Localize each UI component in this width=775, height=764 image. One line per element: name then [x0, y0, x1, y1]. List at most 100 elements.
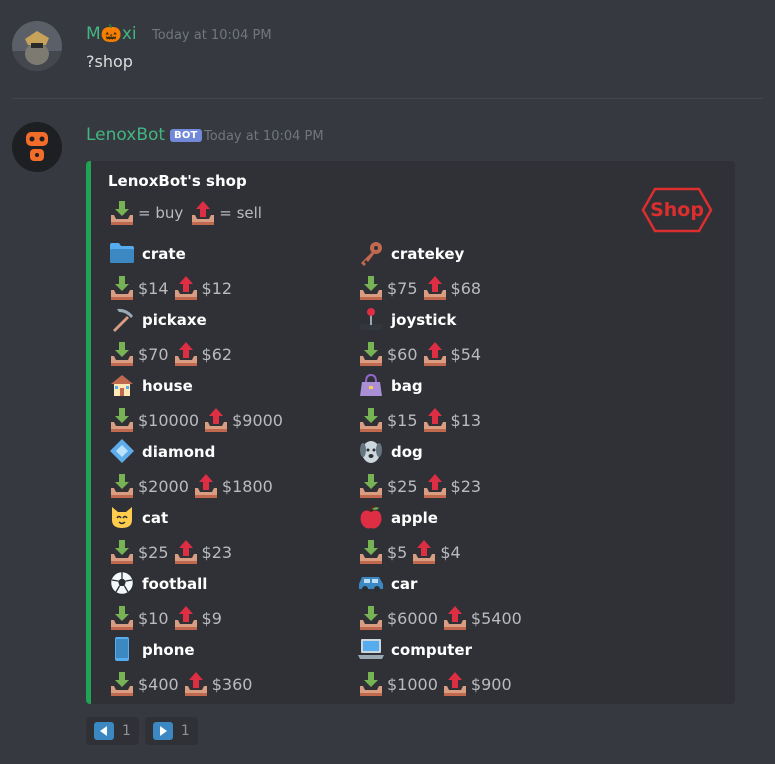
legend-sell-text: = sell: [219, 204, 262, 222]
reaction-left[interactable]: 1: [86, 717, 139, 745]
sell-price: $68: [450, 278, 482, 298]
reaction-count: 1: [180, 723, 190, 739]
sell-icon: [182, 670, 210, 698]
item-prices: $6000 $5400: [357, 603, 525, 633]
buy-icon: [357, 604, 385, 632]
shop-item-diamond: diamond $2000 $1800: [108, 437, 358, 503]
buy-icon: [108, 406, 136, 434]
sell-icon: [421, 406, 449, 434]
reaction-bar: 1 1: [86, 717, 198, 745]
item-prices: $2000 $1800: [108, 471, 276, 501]
bot-badge: BOT: [170, 129, 202, 142]
buy-price: $75: [387, 278, 418, 298]
bot-avatar[interactable]: [12, 122, 62, 172]
buy-price: $400: [138, 674, 179, 694]
sell-price: $9: [201, 608, 222, 628]
item-prices: $25 $23: [108, 537, 235, 567]
shop-item-pickaxe: pickaxe $70 $62: [108, 305, 358, 371]
buy-price: $14: [138, 278, 169, 298]
buy-icon: [108, 670, 136, 698]
item-name: apple: [391, 509, 438, 527]
buy-price: $1000: [387, 674, 438, 694]
user-avatar[interactable]: [12, 21, 62, 71]
laptop-icon: [357, 635, 385, 663]
item-name: house: [142, 377, 193, 395]
cat-icon: [108, 503, 136, 531]
shop-logo[interactable]: Shop: [641, 187, 713, 233]
buy-icon: [108, 604, 136, 632]
handbag-icon: [357, 371, 385, 399]
message-divider: [12, 98, 763, 99]
shop-item-cratekey: cratekey $75 $68: [357, 239, 607, 305]
sell-icon: [172, 538, 200, 566]
sell-price: $23: [201, 542, 233, 562]
buy-price: $10: [138, 608, 169, 628]
item-name: cat: [142, 509, 169, 527]
item-prices: $400 $360: [108, 669, 255, 699]
message-timestamp: Today at 10:04 PM: [152, 28, 272, 43]
pickaxe-icon: [108, 305, 136, 333]
buy-icon: [357, 340, 385, 368]
reaction-count: 1: [122, 723, 131, 739]
sell-icon: [421, 472, 449, 500]
buy-icon: [108, 472, 136, 500]
buy-price: $10000: [138, 410, 200, 430]
sell-price: $9000: [232, 410, 283, 430]
item-prices: $10 $9: [108, 603, 225, 633]
item-prices: $1000 $900: [357, 669, 515, 699]
buy-icon: [108, 340, 136, 368]
item-name: dog: [391, 443, 423, 461]
diamond-icon: [108, 437, 136, 465]
message-timestamp: Today at 10:04 PM: [204, 129, 324, 144]
item-name: diamond: [142, 443, 216, 461]
shop-item-cat: cat $25 $23: [108, 503, 358, 569]
house-icon: [108, 371, 136, 399]
message-content: ?shop: [86, 52, 133, 71]
shop-embed: LenoxBot's shop = buy = sell Shop crate $…: [86, 161, 735, 704]
item-name: pickaxe: [142, 311, 207, 329]
item-prices: $70 $62: [108, 339, 235, 369]
sell-price: $360: [211, 674, 253, 694]
buy-icon: [108, 274, 136, 302]
buy-price: $70: [138, 344, 169, 364]
shop-item-house: house $10000 $9000: [108, 371, 358, 437]
buy-price: $2000: [138, 476, 189, 496]
sell-icon: [421, 274, 449, 302]
sell-icon: [421, 340, 449, 368]
sell-price: $1800: [221, 476, 273, 496]
item-name: computer: [391, 641, 472, 659]
buy-icon: [108, 199, 136, 227]
sell-icon: [441, 604, 469, 632]
sell-icon: [189, 199, 217, 227]
item-name: joystick: [391, 311, 457, 329]
item-name: crate: [142, 245, 186, 263]
user-name[interactable]: M🎃xi: [86, 24, 137, 44]
shop-item-bag: bag $15 $13: [357, 371, 607, 437]
item-name: phone: [142, 641, 195, 659]
sell-icon: [410, 538, 438, 566]
sell-icon: [441, 670, 469, 698]
item-prices: $60 $54: [357, 339, 484, 369]
reaction-right[interactable]: 1: [144, 717, 198, 745]
item-prices: $15 $13: [357, 405, 484, 435]
sell-price: $5400: [470, 608, 522, 628]
item-prices: $25 $23: [357, 471, 484, 501]
dog-icon: [357, 437, 385, 465]
shop-logo-text: Shop: [650, 199, 704, 221]
folder-icon: [108, 239, 136, 267]
shop-item-crate: crate $14 $12: [108, 239, 358, 305]
item-prices: $5 $4: [357, 537, 464, 567]
buy-icon: [357, 670, 385, 698]
buy-icon: [357, 472, 385, 500]
bot-name[interactable]: LenoxBot: [86, 125, 165, 145]
shop-item-apple: apple $5 $4: [357, 503, 607, 569]
item-name: cratekey: [391, 245, 465, 263]
item-name: car: [391, 575, 418, 593]
sell-price: $4: [440, 542, 461, 562]
buy-price: $5: [387, 542, 408, 562]
sell-icon: [172, 340, 200, 368]
buy-price: $25: [387, 476, 418, 496]
sell-price: $62: [201, 344, 233, 364]
shop-item-phone: phone $400 $360: [108, 635, 358, 701]
apple-icon: [357, 503, 385, 531]
